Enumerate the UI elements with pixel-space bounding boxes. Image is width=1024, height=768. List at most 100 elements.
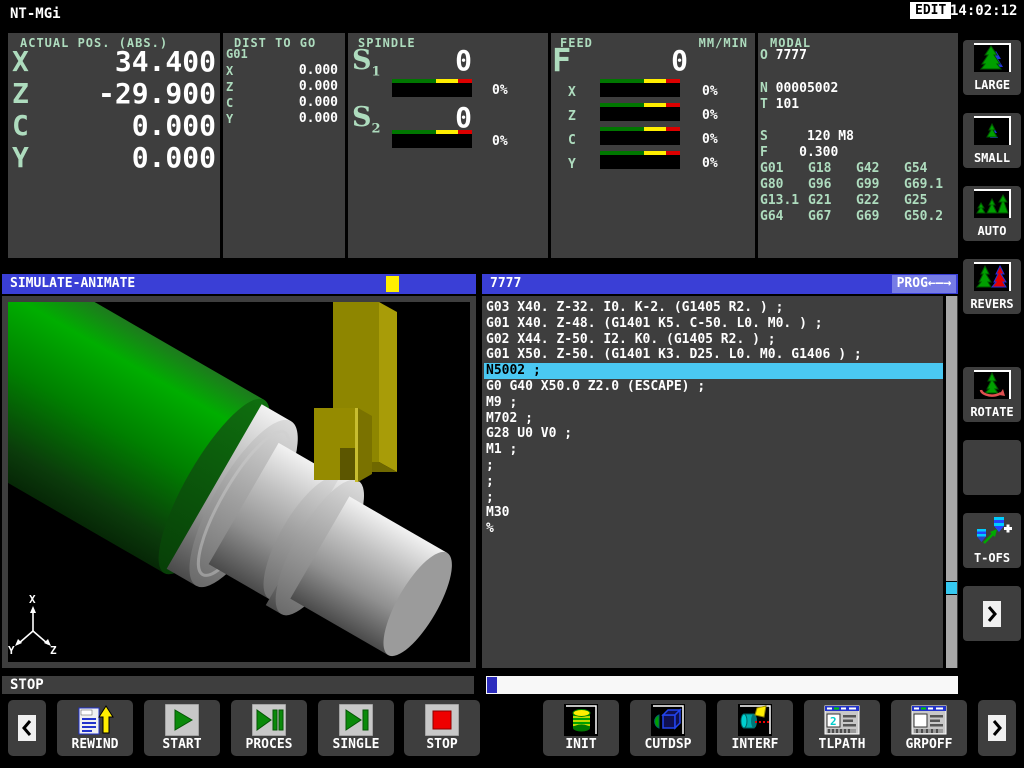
triad-z-label: Z [50, 644, 57, 657]
sidebar-tool-offset-button[interactable]: T-OFS [963, 513, 1021, 568]
sidebar-blank-button[interactable] [963, 440, 1021, 495]
program-line-current[interactable]: N5002 ; [484, 363, 943, 379]
program-progress-bar [486, 676, 958, 694]
svg-text:2: 2 [830, 715, 837, 728]
axis-value-x: 34.400 [38, 45, 216, 78]
machine-status-text: STOP [10, 677, 44, 693]
softkey-label: REWIND [57, 737, 133, 752]
modal-feed-rate: F 0.300 [760, 145, 838, 160]
sidebar-view-reverse-button[interactable]: REVERS [963, 259, 1021, 314]
sidebar-label: REVERS [963, 297, 1021, 311]
softkey-cutdsp[interactable]: CUTDSP [630, 700, 706, 756]
play-step-icon [318, 703, 394, 737]
modal-gcode: G69.1 [904, 177, 952, 193]
spindle2-load-bar [392, 130, 472, 148]
machine-status-bar: STOP [2, 676, 474, 694]
tree-auto-icon [963, 188, 1021, 220]
chevron-right-icon [963, 598, 1021, 630]
modal-program-number: O 7777 [760, 48, 807, 63]
feed-c-load-bar [600, 127, 680, 145]
sidebar-label: LARGE [963, 78, 1021, 92]
divider [755, 33, 758, 258]
graphic-off-window-icon [891, 703, 967, 737]
softkey-label: PROCES [231, 737, 307, 752]
feed-x-load-bar [600, 79, 680, 97]
softkey-interf[interactable]: INTERF [717, 700, 793, 756]
divider [548, 33, 551, 258]
modal-gcode: G18 [808, 161, 856, 177]
clock: 14:02:12 [950, 3, 1017, 19]
softkey-label: INTERF [717, 737, 793, 752]
modal-gcode: G22 [856, 193, 904, 209]
softkey-tlpath[interactable]: 2 TLPATH [804, 700, 880, 756]
modal-gcode: G67 [808, 209, 856, 225]
simulate-window-title: SIMULATE-ANIMATE [10, 276, 135, 291]
softkey-page-left-button[interactable] [8, 700, 46, 756]
softkey-label: INIT [543, 737, 619, 752]
program-lines: G03 X40. Z-32. I0. K-2. (G1405 R2. ) ; G… [484, 300, 943, 537]
softkey-stop[interactable]: STOP [404, 700, 480, 756]
modal-gcode: G01 [760, 161, 808, 177]
tool-path-window-icon: 2 [804, 703, 880, 737]
program-line[interactable]: % [484, 521, 943, 537]
softkey-proces[interactable]: PROCES [231, 700, 307, 756]
sidebar-menu-next-button[interactable] [963, 586, 1021, 641]
divider [345, 33, 348, 258]
program-line[interactable]: M1 ; [484, 442, 943, 458]
program-line[interactable]: M9 ; [484, 395, 943, 411]
modal-gcode-grid: G01 G18 G42 G54 G80 G96 G99 G69.1 G13.1 … [760, 161, 952, 225]
feed-axis-c: C [568, 133, 576, 148]
sidebar-view-large-button[interactable]: LARGE [963, 40, 1021, 95]
softkey-start[interactable]: START [144, 700, 220, 756]
modal-gcode: G64 [760, 209, 808, 225]
sidebar-view-rotate-button[interactable]: ROTATE [963, 367, 1021, 422]
program-line[interactable]: M702 ; [484, 411, 943, 427]
cut-cube-icon [630, 703, 706, 737]
dist-value-z: 0.000 [248, 79, 338, 94]
program-line[interactable]: G0 G40 X50.0 Z2.0 (ESCAPE) ; [484, 379, 943, 395]
machine-data-panel: ACTUAL POS. (ABS.) X 34.400 Z -29.900 C … [8, 33, 958, 258]
program-line[interactable]: G03 X40. Z-32. I0. K-2. (G1405 R2. ) ; [484, 300, 943, 316]
modal-gcode: G50.2 [904, 209, 952, 225]
program-line[interactable]: G01 X50. Z-50. (G1401 K3. D25. L0. M0. G… [484, 347, 943, 363]
softkey-label: GRPOFF [891, 737, 967, 752]
program-listing: G03 X40. Z-32. I0. K-2. (G1405 R2. ) ; G… [482, 296, 958, 668]
softkey-init[interactable]: INIT [543, 700, 619, 756]
simulation-3d-viewport[interactable]: X Y Z [2, 296, 476, 668]
softkey-single[interactable]: SINGLE [318, 700, 394, 756]
feed-axis-y: Y [568, 157, 576, 172]
modal-gcode: G69 [856, 209, 904, 225]
softkey-grpoff[interactable]: GRPOFF [891, 700, 967, 756]
program-line[interactable]: M30 [484, 505, 943, 521]
tree-reverse-icon [963, 261, 1021, 293]
program-line[interactable]: G01 X40. Z-48. (G1401 K5. C-50. L0. M0. … [484, 316, 943, 332]
sidebar-view-auto-button[interactable]: AUTO [963, 186, 1021, 241]
cylinder-stock-icon [543, 703, 619, 737]
modal-gcode: G21 [808, 193, 856, 209]
program-line[interactable]: G02 X44. Z-50. I2. K0. (G1405 R2. ) ; [484, 332, 943, 348]
tree-large-icon [963, 42, 1021, 74]
program-line[interactable]: G28 U0 V0 ; [484, 426, 943, 442]
program-line[interactable]: ; [484, 474, 943, 490]
softkey-label: START [144, 737, 220, 752]
modal-gcode: G54 [904, 161, 952, 177]
program-scrollbar-thumb[interactable] [946, 581, 957, 595]
sidebar-view-small-button[interactable]: SMALL [963, 113, 1021, 168]
modal-gcode: G13.1 [760, 193, 808, 209]
simulate-window-titlebar: SIMULATE-ANIMATE [2, 274, 476, 294]
program-line[interactable]: ; [484, 458, 943, 474]
softkey-rewind[interactable]: REWIND [57, 700, 133, 756]
axis-value-z: -29.900 [38, 77, 216, 110]
softkey-page-right-button[interactable] [978, 700, 1016, 756]
rewind-document-arrow-icon [57, 703, 133, 737]
play-icon [144, 703, 220, 737]
feed-y-load-bar [600, 151, 680, 169]
program-line[interactable]: ; [484, 490, 943, 506]
play-pause-icon [231, 703, 307, 737]
axis-label-x: X [12, 45, 29, 78]
softkey-label: TLPATH [804, 737, 880, 752]
dist-axis-z: Z [226, 80, 233, 94]
program-scrollbar[interactable] [946, 296, 957, 668]
axis-label-c: C [12, 109, 29, 142]
feed-axis-x: X [568, 85, 576, 100]
